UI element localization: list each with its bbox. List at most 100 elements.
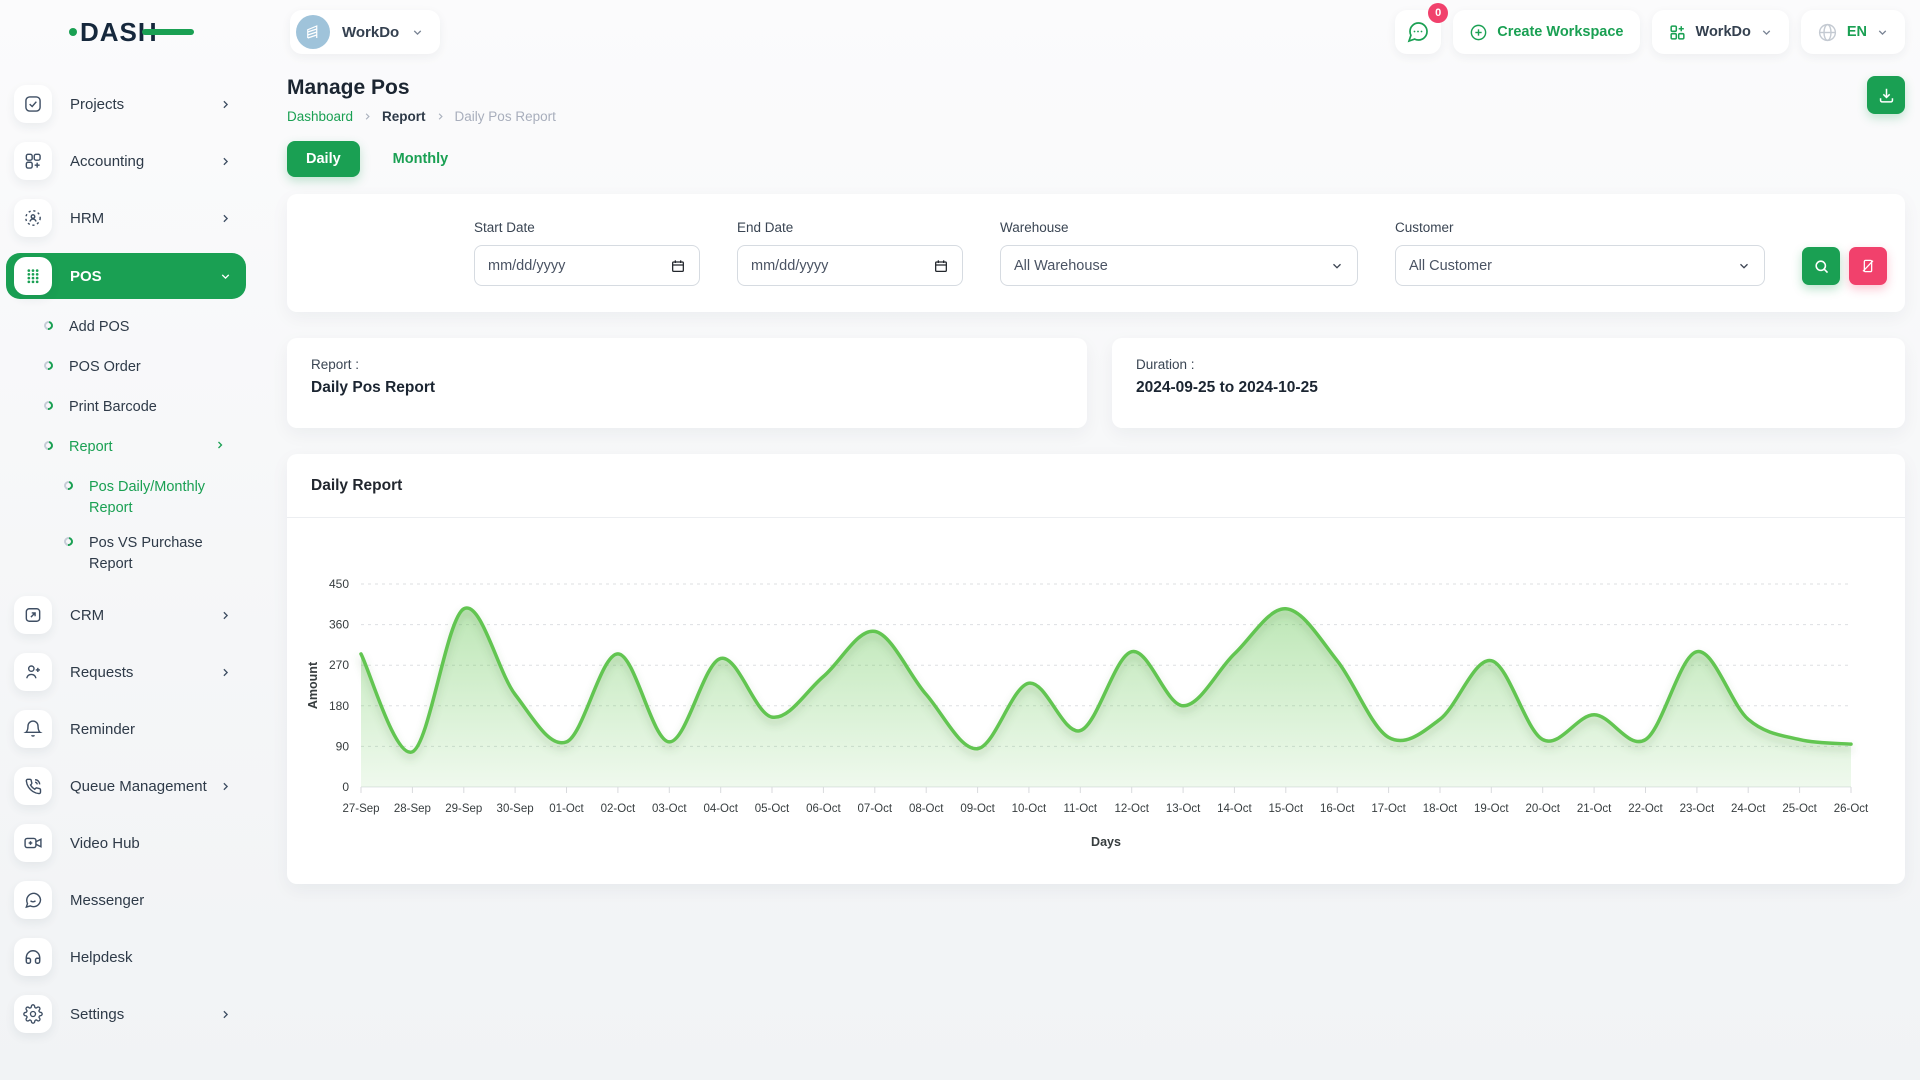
top-header: DASH WorkDo 0 Create Workspace: [0, 0, 1920, 62]
breadcrumb-report[interactable]: Report: [382, 109, 426, 124]
chevron-down-icon: [1330, 259, 1344, 273]
workspace-name: WorkDo: [342, 24, 399, 41]
sidebar-item-requests[interactable]: Requests: [14, 650, 246, 694]
page-title: Manage Pos: [287, 76, 556, 100]
sidebar-item-pos-daily-monthly-report[interactable]: Pos Daily/Monthly Report: [14, 477, 246, 519]
notifications-button[interactable]: 0: [1395, 10, 1441, 54]
workspace-switcher[interactable]: WorkDo: [290, 10, 440, 54]
x-axis-label: 21-Oct: [1577, 803, 1612, 815]
duration-label: Duration :: [1136, 357, 1881, 372]
sidebar-item-reminder[interactable]: Reminder: [14, 707, 246, 751]
x-axis-label: 12-Oct: [1114, 803, 1149, 815]
main-content: Manage Pos Dashboard Report Daily Pos Re…: [287, 76, 1905, 884]
sidebar-item-hrm[interactable]: HRM: [14, 196, 246, 240]
filter-actions: [1802, 221, 1887, 285]
calendar-icon[interactable]: [670, 258, 686, 274]
x-axis-label: 06-Oct: [806, 803, 841, 815]
sidebar-item-pos-order[interactable]: POS Order: [14, 357, 246, 383]
plus-circle-icon: [1469, 23, 1488, 42]
sidebar-item-video-hub[interactable]: Video Hub: [14, 821, 246, 865]
sidebar-item-print-barcode[interactable]: Print Barcode: [14, 397, 246, 423]
y-axis-tick: 180: [329, 699, 349, 713]
search-button[interactable]: [1802, 247, 1840, 285]
sidebar-item-queue-management[interactable]: Queue Management: [14, 764, 246, 808]
report-period-tabs: Daily Monthly: [287, 141, 1905, 177]
start-date-input[interactable]: mm/dd/yyyy: [474, 245, 700, 286]
sidebar-item-messenger[interactable]: Messenger: [14, 878, 246, 922]
x-axis-label: 17-Oct: [1371, 803, 1406, 815]
duration-summary-card: Duration : 2024-09-25 to 2024-10-25: [1112, 338, 1905, 428]
daily-report-card: Daily Report 09018027036045027-Sep28-Sep…: [287, 454, 1905, 884]
headphones-icon: [14, 938, 52, 976]
sidebar-item-crm[interactable]: CRM: [14, 593, 246, 637]
x-axis-label: 26-Oct: [1834, 803, 1869, 815]
clear-filter-icon: [1860, 258, 1876, 274]
download-report-button[interactable]: [1867, 76, 1905, 114]
account-menu[interactable]: WorkDo: [1652, 10, 1789, 54]
chevron-right-icon: [219, 155, 232, 168]
start-date-field: Start Date mm/dd/yyyy: [474, 220, 700, 286]
sidebar-item-projects[interactable]: Projects: [14, 82, 246, 126]
x-axis-label: 13-Oct: [1166, 803, 1201, 815]
x-axis-label: 09-Oct: [960, 803, 995, 815]
chevron-down-icon: [1737, 259, 1751, 273]
y-axis-tick: 90: [336, 739, 350, 753]
check-square-icon: [14, 85, 52, 123]
message-bubble-icon: [14, 881, 52, 919]
x-axis-label: 02-Oct: [601, 803, 636, 815]
calendar-icon[interactable]: [933, 258, 949, 274]
search-icon: [1813, 258, 1830, 275]
chevron-down-icon: [1876, 26, 1889, 39]
y-axis-tick: 360: [329, 618, 349, 632]
summary-row: Report : Daily Pos Report Duration : 202…: [287, 338, 1905, 428]
download-icon: [1877, 86, 1896, 105]
x-axis-label: 28-Sep: [394, 803, 431, 815]
grid-plus-icon: [14, 142, 52, 180]
chevron-right-icon: [214, 439, 226, 451]
chevron-right-icon: [362, 111, 373, 122]
x-axis-label: 19-Oct: [1474, 803, 1509, 815]
crm-icon: [14, 596, 52, 634]
x-axis-label: 07-Oct: [858, 803, 893, 815]
customer-select[interactable]: All Customer: [1395, 245, 1765, 286]
app-logo[interactable]: DASH: [68, 16, 198, 48]
chevron-right-icon: [219, 666, 232, 679]
end-date-field: End Date mm/dd/yyyy: [737, 220, 963, 286]
customer-field: Customer All Customer: [1395, 220, 1765, 286]
x-axis-label: 25-Oct: [1782, 803, 1817, 815]
x-axis-label: 23-Oct: [1680, 803, 1715, 815]
x-axis-label: 14-Oct: [1217, 803, 1252, 815]
reset-filter-button[interactable]: [1849, 247, 1887, 285]
x-axis-label: 18-Oct: [1423, 803, 1458, 815]
breadcrumb-dashboard[interactable]: Dashboard: [287, 109, 353, 124]
x-axis-label: 20-Oct: [1525, 803, 1560, 815]
workspace-avatar: [296, 15, 330, 49]
sidebar-item-pos[interactable]: POS: [6, 253, 246, 299]
sidebar-item-pos-vs-purchase-report[interactable]: Pos VS Purchase Report: [14, 533, 246, 575]
sidebar-item-accounting[interactable]: Accounting: [14, 139, 246, 183]
user-plus-icon: [14, 653, 52, 691]
bullet-icon: [42, 359, 55, 372]
x-axis-label: 22-Oct: [1628, 803, 1663, 815]
chevron-right-icon: [219, 98, 232, 111]
create-workspace-button[interactable]: Create Workspace: [1453, 10, 1639, 54]
sidebar-item-add-pos[interactable]: Add POS: [14, 317, 246, 343]
language-menu[interactable]: EN: [1801, 10, 1905, 54]
x-axis-label: 03-Oct: [652, 803, 687, 815]
x-axis-label: 24-Oct: [1731, 803, 1766, 815]
sidebar: Projects Accounting HRM POS Add POS: [0, 62, 258, 1049]
bell-icon: [14, 710, 52, 748]
warehouse-select[interactable]: All Warehouse: [1000, 245, 1358, 286]
end-date-input[interactable]: mm/dd/yyyy: [737, 245, 963, 286]
x-axis-title: Days: [1091, 835, 1121, 849]
sidebar-item-helpdesk[interactable]: Helpdesk: [14, 935, 246, 979]
sidebar-item-settings[interactable]: Settings: [14, 992, 246, 1036]
tab-daily[interactable]: Daily: [287, 141, 360, 177]
sidebar-item-report[interactable]: Report: [14, 437, 246, 463]
bullet-icon: [42, 439, 55, 452]
x-axis-label: 10-Oct: [1012, 803, 1047, 815]
breadcrumb: Dashboard Report Daily Pos Report: [287, 109, 556, 124]
y-axis-tick: 270: [329, 658, 349, 672]
tab-monthly[interactable]: Monthly: [374, 141, 468, 177]
x-axis-label: 01-Oct: [549, 803, 584, 815]
